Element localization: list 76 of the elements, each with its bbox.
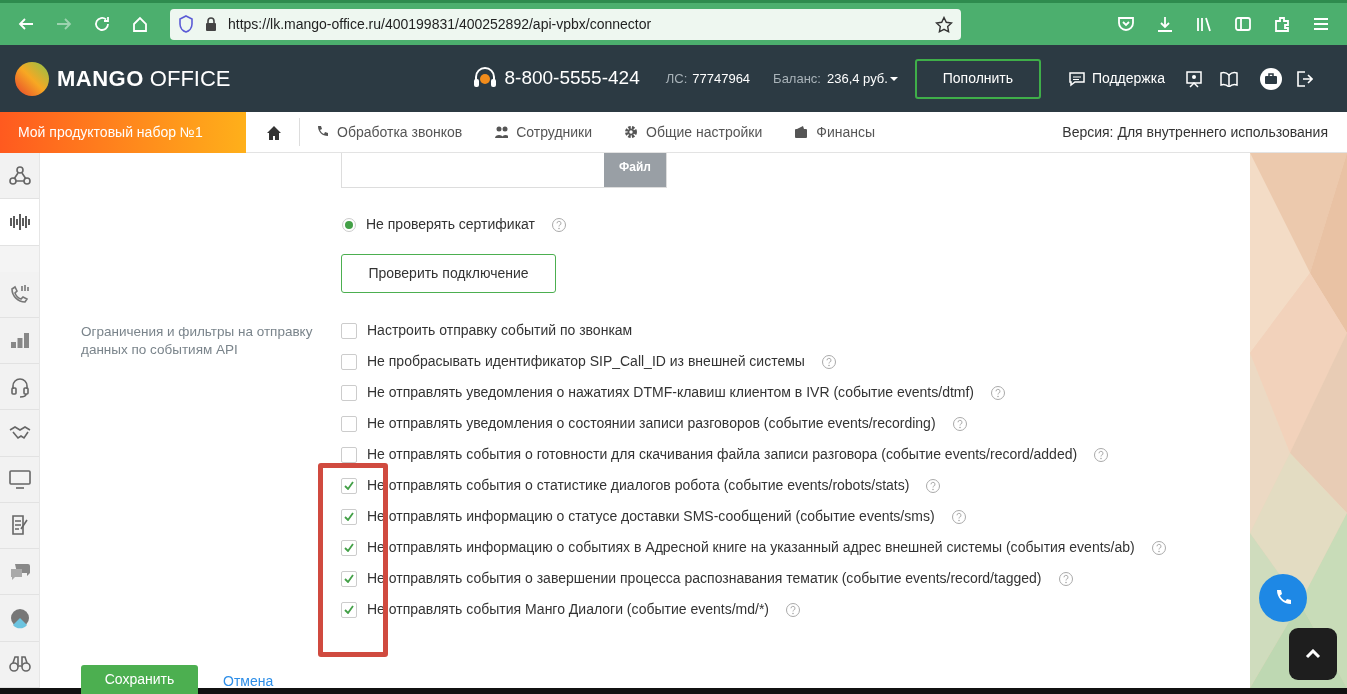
nav-link[interactable]: Обработка звонков — [337, 121, 463, 143]
logo-text: MANGO — [57, 65, 144, 93]
help-icon[interactable] — [990, 384, 1007, 401]
webhook-icon — [8, 164, 31, 187]
help-icon[interactable] — [950, 508, 967, 525]
nav-link[interactable]: Общие настройки — [646, 121, 763, 143]
book-icon[interactable] — [1219, 71, 1238, 88]
checkbox[interactable] — [341, 539, 357, 556]
pocket-icon[interactable] — [1117, 15, 1135, 33]
lock-icon — [204, 16, 218, 32]
logo-icon — [15, 61, 49, 96]
help-icon[interactable] — [1150, 539, 1167, 556]
caret-icon — [889, 75, 898, 82]
call-stats-icon — [8, 283, 31, 306]
checkbox[interactable] — [341, 446, 357, 463]
gear-icon — [624, 125, 639, 139]
checkbox-label: Не отправлять уведомления о состоянии записи разговоров (событие events/recording) — [367, 414, 936, 433]
library-icon[interactable] — [1195, 15, 1213, 33]
help-icon[interactable] — [551, 216, 567, 233]
checkbox[interactable] — [341, 353, 357, 370]
briefcase-icon[interactable] — [1259, 67, 1282, 90]
help-icon[interactable] — [785, 601, 802, 618]
checkbox[interactable] — [341, 570, 357, 587]
reload-icon[interactable] — [93, 15, 111, 33]
radio-label: Не проверять сертификат — [366, 215, 535, 234]
puzzle-icon[interactable] — [1273, 15, 1291, 33]
account-number: 77747964 — [692, 69, 751, 88]
help-icon[interactable] — [1093, 446, 1110, 463]
support-link[interactable]: Поддержка — [1091, 68, 1165, 89]
balance-label: Баланс: — [773, 69, 821, 88]
phone-icon — [315, 125, 329, 139]
chat-icon — [1067, 70, 1086, 87]
people-icon — [494, 125, 509, 139]
checkbox-label: Не отправлять события о готовности для скачивания файла записи разговора (событие events/record/added) — [367, 445, 1078, 464]
help-icon[interactable] — [820, 353, 837, 370]
version-text: Версия: Для внутреннего использования — [1062, 122, 1328, 142]
help-icon[interactable] — [925, 477, 942, 494]
checkbox-label: Не пробрасывать идентификатор SIP_Call_ID из внешней системы — [367, 352, 805, 371]
url-text: https://lk.mango-office.ru/400199831/400252892/api-vpbx/connector — [228, 14, 652, 34]
address-bar[interactable]: https://lk.mango-office.ru/400199831/400252892/api-vpbx/connector — [170, 8, 961, 40]
scroll-top-button[interactable] — [1289, 628, 1337, 680]
checkbox[interactable] — [341, 415, 357, 432]
checkbox-label: Настроить отправку событий по звонкам — [367, 321, 633, 340]
help-icon[interactable] — [951, 415, 968, 432]
wallet-icon — [794, 125, 809, 139]
cancel-link[interactable]: Отмена — [223, 670, 274, 692]
home-icon[interactable] — [266, 124, 282, 140]
shield-icon — [178, 15, 194, 33]
checkbox[interactable] — [341, 322, 357, 339]
chevron-up-icon — [1305, 649, 1321, 659]
sidebar-icon[interactable] — [1234, 15, 1252, 33]
checkbox[interactable] — [341, 508, 357, 525]
star-icon[interactable] — [935, 15, 953, 34]
checkbox[interactable] — [341, 384, 357, 401]
presentation-icon[interactable] — [1184, 70, 1203, 89]
nav-link[interactable]: Финансы — [816, 121, 876, 143]
account-label: ЛС: — [665, 69, 688, 88]
monitor-icon — [8, 468, 31, 491]
phone-icon — [1274, 589, 1292, 607]
checkbox[interactable] — [341, 477, 357, 494]
pie-icon — [8, 607, 31, 629]
check-connection-button[interactable]: Проверить подключение — [341, 254, 556, 293]
download-icon[interactable] — [1156, 15, 1174, 33]
section-label: Ограничения и фильтры на отправку данных по событиям API — [81, 324, 313, 357]
menu-icon[interactable] — [1312, 15, 1330, 33]
sidebar-item[interactable] — [0, 199, 39, 246]
headset-icon — [8, 375, 31, 398]
checkbox[interactable] — [341, 601, 357, 618]
logo-text: OFFICE — [149, 65, 231, 93]
checkbox-label: Не отправлять уведомления о нажатиях DTMF-клавиш клиентом в IVR (событие events/dtmf) — [367, 383, 975, 402]
topup-button[interactable]: Пополнить — [914, 58, 1041, 99]
help-icon[interactable] — [1057, 570, 1074, 587]
logout-icon[interactable] — [1294, 70, 1313, 89]
balance-value[interactable]: 236,4 руб. — [826, 68, 888, 89]
nav-link[interactable]: Сотрудники — [516, 121, 593, 143]
phone-number: 8-800-5555-424 — [504, 66, 640, 91]
